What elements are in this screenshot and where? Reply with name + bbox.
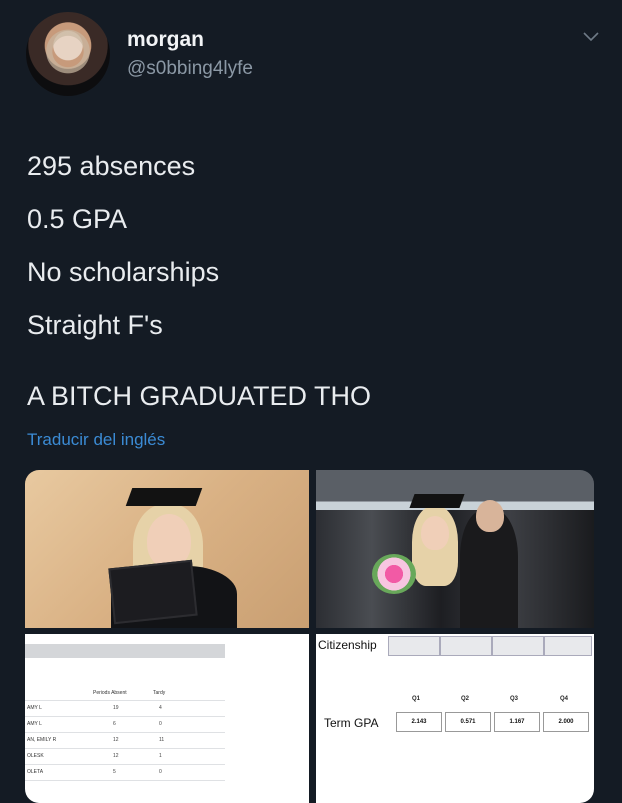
row-divider bbox=[25, 764, 225, 765]
avatar[interactable] bbox=[26, 12, 110, 96]
tweet-line: No scholarships bbox=[27, 257, 220, 287]
tweet-line: Straight F's bbox=[27, 310, 163, 340]
diploma-cover bbox=[108, 559, 198, 625]
graduate-face bbox=[421, 516, 449, 550]
graduation-cap bbox=[409, 494, 465, 508]
row-divider bbox=[25, 780, 225, 781]
row-label: OLESK bbox=[27, 753, 44, 759]
grades-sheet[interactable]: Citizenship Q1 Q2 Q3 Q4 Term GPA 2.143 0… bbox=[316, 634, 594, 803]
citizenship-label: Citizenship bbox=[318, 638, 377, 652]
term-gpa-value: 1.167 bbox=[494, 712, 540, 732]
row-label: AMY L bbox=[27, 705, 42, 711]
attendance-sheet[interactable]: Periods Absent Tardy AMY L 19 4 AMY L 6 … bbox=[25, 634, 309, 803]
tweet-header: morgan @s0bbing4lyfe bbox=[0, 0, 622, 110]
quarter-label: Q1 bbox=[412, 696, 421, 702]
citizenship-cell bbox=[544, 636, 592, 656]
row-absent: 6 bbox=[113, 721, 116, 727]
row-tardy: 0 bbox=[159, 769, 162, 775]
display-name[interactable]: morgan bbox=[127, 28, 204, 52]
media-grid: Periods Absent Tardy AMY L 19 4 AMY L 6 … bbox=[25, 470, 594, 803]
row-label: OLETA bbox=[27, 769, 44, 775]
friend-face bbox=[476, 500, 504, 532]
citizenship-cell bbox=[492, 636, 544, 656]
avatar-hair bbox=[34, 20, 102, 90]
flower-bouquet bbox=[372, 554, 416, 594]
citizenship-cell bbox=[440, 636, 492, 656]
term-gpa-label: Term GPA bbox=[324, 716, 379, 730]
row-absent: 5 bbox=[113, 769, 116, 775]
quarter-label: Q4 bbox=[560, 696, 569, 702]
row-absent: 12 bbox=[113, 753, 119, 759]
row-divider bbox=[25, 748, 225, 749]
sheet-header-bar bbox=[25, 644, 225, 658]
row-tardy: 11 bbox=[159, 737, 165, 743]
row-tardy: 4 bbox=[159, 705, 162, 711]
col-tardy: Tardy bbox=[153, 690, 166, 696]
row-divider bbox=[25, 732, 225, 733]
quarter-label: Q2 bbox=[461, 696, 470, 702]
row-label: AN, EMILY R bbox=[27, 737, 57, 743]
tweet-line: 295 absences bbox=[27, 151, 196, 181]
citizenship-cell bbox=[388, 636, 440, 656]
row-absent: 12 bbox=[113, 737, 119, 743]
tweet-closing-line: A BITCH GRADUATED THO bbox=[27, 381, 372, 411]
translate-link[interactable]: Traducir del inglés bbox=[27, 430, 165, 450]
graduation-cap bbox=[125, 488, 203, 506]
tweet-line: 0.5 GPA bbox=[27, 204, 128, 234]
row-tardy: 1 bbox=[159, 753, 162, 759]
photo-graduation-crowd[interactable] bbox=[316, 470, 594, 628]
term-gpa-value: 2.143 bbox=[396, 712, 442, 732]
row-absent: 19 bbox=[113, 705, 119, 711]
row-label: AMY L bbox=[27, 721, 42, 727]
term-gpa-value: 0.571 bbox=[445, 712, 491, 732]
row-tardy: 0 bbox=[159, 721, 162, 727]
tweet-body: 295 absences 0.5 GPA No scholarships Str… bbox=[27, 140, 587, 423]
row-divider bbox=[25, 716, 225, 717]
chevron-down-icon[interactable] bbox=[582, 30, 600, 44]
photo-graduate-diploma[interactable] bbox=[25, 470, 309, 628]
quarter-label: Q3 bbox=[510, 696, 519, 702]
col-periods-absent: Periods Absent bbox=[93, 690, 127, 696]
term-gpa-value: 2.000 bbox=[543, 712, 589, 732]
user-handle[interactable]: @s0bbing4lyfe bbox=[127, 58, 253, 80]
row-divider bbox=[25, 700, 225, 701]
